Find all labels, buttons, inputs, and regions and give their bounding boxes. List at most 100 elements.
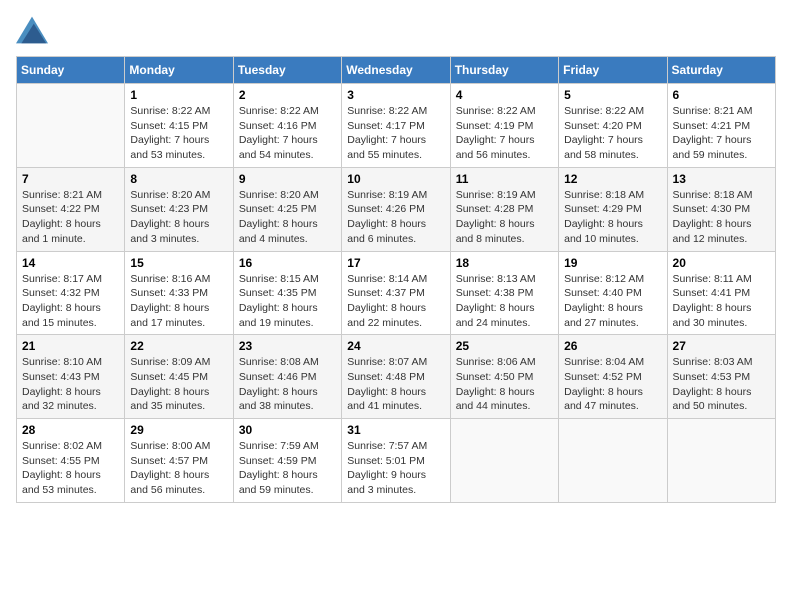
day-info: Sunrise: 8:02 AMSunset: 4:55 PMDaylight:… xyxy=(22,439,119,498)
calendar-week-row: 14 Sunrise: 8:17 AMSunset: 4:32 PMDayligh… xyxy=(17,251,776,335)
calendar-cell: 31 Sunrise: 7:57 AMSunset: 5:01 PMDayligh… xyxy=(342,419,450,503)
day-number: 19 xyxy=(564,256,661,270)
calendar-cell xyxy=(17,84,125,168)
day-number: 27 xyxy=(673,339,770,353)
calendar-cell: 24Sunrise: 8:07 AMSunset: 4:48 PMDayligh… xyxy=(342,335,450,419)
weekday-header: Monday xyxy=(125,57,233,84)
day-number: 3 xyxy=(347,88,444,102)
logo-icon xyxy=(16,16,48,44)
day-info: Sunrise: 8:18 AMSunset: 4:29 PMDaylight:… xyxy=(564,188,661,247)
weekday-header: Thursday xyxy=(450,57,558,84)
day-info: Sunrise: 8:06 AMSunset: 4:50 PMDaylight:… xyxy=(456,355,553,414)
day-info: Sunrise: 8:22 AMSunset: 4:17 PMDaylight:… xyxy=(347,104,444,163)
day-number: 29 xyxy=(130,423,227,437)
day-info: Sunrise: 7:59 AMSunset: 4:59 PMDaylight:… xyxy=(239,439,336,498)
day-number: 31 xyxy=(347,423,444,437)
day-info: Sunrise: 8:04 AMSunset: 4:52 PMDaylight:… xyxy=(564,355,661,414)
calendar-week-row: 28 Sunrise: 8:02 AMSunset: 4:55 PMDayligh… xyxy=(17,419,776,503)
day-number: 13 xyxy=(673,172,770,186)
calendar-week-row: 21Sunrise: 8:10 AMSunset: 4:43 PMDayligh… xyxy=(17,335,776,419)
weekday-header: Saturday xyxy=(667,57,775,84)
calendar-cell: 1 Sunrise: 8:22 AMSunset: 4:15 PMDaylight… xyxy=(125,84,233,168)
day-number: 18 xyxy=(456,256,553,270)
day-number: 26 xyxy=(564,339,661,353)
day-number: 15 xyxy=(130,256,227,270)
day-info: Sunrise: 8:07 AMSunset: 4:48 PMDaylight:… xyxy=(347,355,444,414)
day-info: Sunrise: 8:22 AMSunset: 4:20 PMDaylight:… xyxy=(564,104,661,163)
day-info: Sunrise: 8:16 AMSunset: 4:33 PMDaylight:… xyxy=(130,272,227,331)
calendar-cell: 3 Sunrise: 8:22 AMSunset: 4:17 PMDaylight… xyxy=(342,84,450,168)
calendar-cell: 26 Sunrise: 8:04 AMSunset: 4:52 PMDayligh… xyxy=(559,335,667,419)
calendar-week-row: 1 Sunrise: 8:22 AMSunset: 4:15 PMDaylight… xyxy=(17,84,776,168)
day-number: 28 xyxy=(22,423,119,437)
calendar-cell: 28 Sunrise: 8:02 AMSunset: 4:55 PMDayligh… xyxy=(17,419,125,503)
day-number: 21 xyxy=(22,339,119,353)
day-number: 23 xyxy=(239,339,336,353)
calendar-table: SundayMondayTuesdayWednesdayThursdayFrid… xyxy=(16,56,776,503)
calendar-week-row: 7 Sunrise: 8:21 AMSunset: 4:22 PMDaylight… xyxy=(17,167,776,251)
calendar-cell: 5 Sunrise: 8:22 AMSunset: 4:20 PMDaylight… xyxy=(559,84,667,168)
calendar-cell: 4 Sunrise: 8:22 AMSunset: 4:19 PMDaylight… xyxy=(450,84,558,168)
calendar-cell: 20Sunrise: 8:11 AMSunset: 4:41 PMDayligh… xyxy=(667,251,775,335)
calendar-cell: 27 Sunrise: 8:03 AMSunset: 4:53 PMDayligh… xyxy=(667,335,775,419)
day-info: Sunrise: 8:00 AMSunset: 4:57 PMDaylight:… xyxy=(130,439,227,498)
calendar-cell xyxy=(559,419,667,503)
day-number: 16 xyxy=(239,256,336,270)
day-info: Sunrise: 8:22 AMSunset: 4:15 PMDaylight:… xyxy=(130,104,227,163)
day-info: Sunrise: 8:21 AMSunset: 4:21 PMDaylight:… xyxy=(673,104,770,163)
day-info: Sunrise: 8:17 AMSunset: 4:32 PMDaylight:… xyxy=(22,272,119,331)
calendar-cell: 7 Sunrise: 8:21 AMSunset: 4:22 PMDaylight… xyxy=(17,167,125,251)
day-number: 10 xyxy=(347,172,444,186)
day-info: Sunrise: 8:12 AMSunset: 4:40 PMDaylight:… xyxy=(564,272,661,331)
weekday-header: Wednesday xyxy=(342,57,450,84)
calendar-cell xyxy=(450,419,558,503)
day-info: Sunrise: 8:11 AMSunset: 4:41 PMDaylight:… xyxy=(673,272,770,331)
day-info: Sunrise: 7:57 AMSunset: 5:01 PMDaylight:… xyxy=(347,439,444,498)
day-number: 4 xyxy=(456,88,553,102)
day-number: 5 xyxy=(564,88,661,102)
day-info: Sunrise: 8:21 AMSunset: 4:22 PMDaylight:… xyxy=(22,188,119,247)
day-info: Sunrise: 8:03 AMSunset: 4:53 PMDaylight:… xyxy=(673,355,770,414)
calendar-cell: 18Sunrise: 8:13 AMSunset: 4:38 PMDayligh… xyxy=(450,251,558,335)
day-number: 6 xyxy=(673,88,770,102)
day-number: 25 xyxy=(456,339,553,353)
calendar-cell: 8 Sunrise: 8:20 AMSunset: 4:23 PMDaylight… xyxy=(125,167,233,251)
day-number: 2 xyxy=(239,88,336,102)
weekday-header: Tuesday xyxy=(233,57,341,84)
calendar-cell: 25 Sunrise: 8:06 AMSunset: 4:50 PMDayligh… xyxy=(450,335,558,419)
day-number: 22 xyxy=(130,339,227,353)
day-number: 14 xyxy=(22,256,119,270)
day-info: Sunrise: 8:14 AMSunset: 4:37 PMDaylight:… xyxy=(347,272,444,331)
calendar-cell: 22 Sunrise: 8:09 AMSunset: 4:45 PMDayligh… xyxy=(125,335,233,419)
day-info: Sunrise: 8:20 AMSunset: 4:23 PMDaylight:… xyxy=(130,188,227,247)
weekday-header: Sunday xyxy=(17,57,125,84)
calendar-cell: 2 Sunrise: 8:22 AMSunset: 4:16 PMDaylight… xyxy=(233,84,341,168)
day-info: Sunrise: 8:22 AMSunset: 4:19 PMDaylight:… xyxy=(456,104,553,163)
calendar-cell: 30 Sunrise: 7:59 AMSunset: 4:59 PMDayligh… xyxy=(233,419,341,503)
day-info: Sunrise: 8:15 AMSunset: 4:35 PMDaylight:… xyxy=(239,272,336,331)
calendar-cell: 14 Sunrise: 8:17 AMSunset: 4:32 PMDayligh… xyxy=(17,251,125,335)
page-header xyxy=(16,16,776,44)
weekday-header: Friday xyxy=(559,57,667,84)
day-number: 1 xyxy=(130,88,227,102)
calendar-cell: 16 Sunrise: 8:15 AMSunset: 4:35 PMDayligh… xyxy=(233,251,341,335)
calendar-header-row: SundayMondayTuesdayWednesdayThursdayFrid… xyxy=(17,57,776,84)
calendar-cell: 15 Sunrise: 8:16 AMSunset: 4:33 PMDayligh… xyxy=(125,251,233,335)
day-info: Sunrise: 8:20 AMSunset: 4:25 PMDaylight:… xyxy=(239,188,336,247)
calendar-cell: 12 Sunrise: 8:18 AMSunset: 4:29 PMDayligh… xyxy=(559,167,667,251)
calendar-cell: 11Sunrise: 8:19 AMSunset: 4:28 PMDayligh… xyxy=(450,167,558,251)
day-info: Sunrise: 8:19 AMSunset: 4:26 PMDaylight:… xyxy=(347,188,444,247)
calendar-cell: 17Sunrise: 8:14 AMSunset: 4:37 PMDayligh… xyxy=(342,251,450,335)
day-number: 30 xyxy=(239,423,336,437)
calendar-cell: 13 Sunrise: 8:18 AMSunset: 4:30 PMDayligh… xyxy=(667,167,775,251)
day-number: 7 xyxy=(22,172,119,186)
day-info: Sunrise: 8:09 AMSunset: 4:45 PMDaylight:… xyxy=(130,355,227,414)
calendar-cell: 21Sunrise: 8:10 AMSunset: 4:43 PMDayligh… xyxy=(17,335,125,419)
day-info: Sunrise: 8:18 AMSunset: 4:30 PMDaylight:… xyxy=(673,188,770,247)
calendar-cell: 6 Sunrise: 8:21 AMSunset: 4:21 PMDaylight… xyxy=(667,84,775,168)
calendar-cell: 9Sunrise: 8:20 AMSunset: 4:25 PMDaylight… xyxy=(233,167,341,251)
day-info: Sunrise: 8:22 AMSunset: 4:16 PMDaylight:… xyxy=(239,104,336,163)
calendar-cell: 29 Sunrise: 8:00 AMSunset: 4:57 PMDayligh… xyxy=(125,419,233,503)
day-number: 12 xyxy=(564,172,661,186)
day-number: 8 xyxy=(130,172,227,186)
